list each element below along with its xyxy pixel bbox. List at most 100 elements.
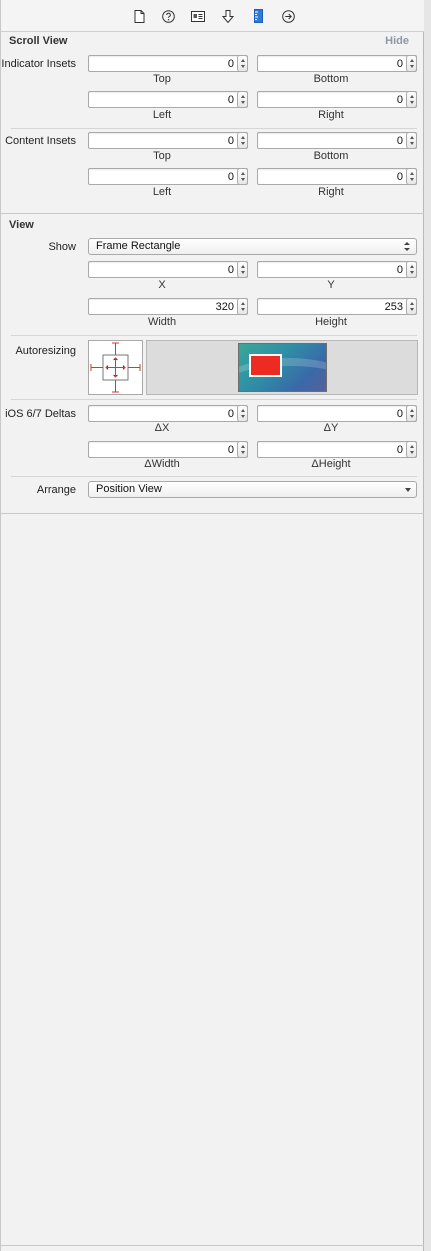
arrange-popup-value: Position View (96, 483, 162, 495)
hide-section-link[interactable]: Hide (385, 35, 409, 47)
width-label: Width (147, 316, 177, 328)
width-field[interactable]: 320 (88, 298, 248, 315)
delta-width-field[interactable]: 0 (88, 441, 248, 458)
divider (11, 128, 417, 129)
autoresizing-label: Autoresizing (15, 345, 76, 357)
delta-height-field[interactable]: 0 (257, 441, 417, 458)
y-label: Y (327, 279, 335, 291)
delta-y-value: 0 (396, 408, 403, 420)
show-popup[interactable]: Frame Rectangle (88, 238, 417, 255)
chevron-down-icon (405, 488, 411, 492)
indicator-bottom-stepper[interactable] (406, 55, 417, 72)
indicator-top-label: Top (153, 73, 171, 85)
indicator-right-stepper[interactable] (406, 91, 417, 108)
divider (11, 335, 417, 336)
indicator-left-value: 0 (227, 94, 234, 106)
file-inspector-icon[interactable] (132, 8, 146, 24)
delta-y-stepper[interactable] (406, 405, 417, 422)
quick-help-icon[interactable] (161, 8, 175, 24)
content-insets-label: Content Insets (5, 135, 76, 147)
content-top-stepper[interactable] (237, 132, 248, 149)
y-field[interactable]: 0 (257, 261, 417, 278)
autoresizing-mask-control[interactable] (88, 340, 143, 395)
indicator-top-value: 0 (227, 58, 234, 70)
content-right-stepper[interactable] (406, 168, 417, 185)
delta-x-label: ΔX (154, 422, 170, 434)
ios-deltas-label: iOS 6/7 Deltas (5, 408, 76, 420)
x-stepper[interactable] (237, 261, 248, 278)
indicator-top-stepper[interactable] (237, 55, 248, 72)
divider (11, 476, 417, 477)
size-inspector-icon[interactable] (251, 8, 265, 24)
arrange-label: Arrange (36, 484, 76, 496)
x-field[interactable]: 0 (88, 261, 248, 278)
content-top-label: Top (153, 150, 171, 162)
connections-inspector-icon[interactable] (281, 8, 295, 24)
scroll-view-section-title: Scroll View (9, 35, 68, 47)
preview-superview (238, 343, 327, 392)
delta-height-stepper[interactable] (406, 441, 417, 458)
indicator-left-stepper[interactable] (237, 91, 248, 108)
content-left-field[interactable]: 0 (88, 168, 248, 185)
y-stepper[interactable] (406, 261, 417, 278)
content-top-value: 0 (227, 135, 234, 147)
content-top-field[interactable]: 0 (88, 132, 248, 149)
content-left-stepper[interactable] (237, 168, 248, 185)
content-right-label: Right (318, 186, 344, 198)
height-stepper[interactable] (406, 298, 417, 315)
content-right-field[interactable]: 0 (257, 168, 417, 185)
height-value: 253 (384, 301, 403, 313)
x-value: 0 (227, 264, 234, 276)
indicator-right-label: Right (318, 109, 344, 121)
view-section-title: View (9, 219, 34, 231)
delta-width-stepper[interactable] (237, 441, 248, 458)
inspector-toolbar (1, 0, 424, 32)
delta-width-value: 0 (227, 444, 234, 456)
section-divider (1, 513, 424, 514)
autoresizing-springs-struts-icon (90, 342, 141, 393)
height-label: Height (315, 316, 347, 328)
canvas-edge-strip (424, 0, 431, 1251)
delta-y-label: ΔY (323, 422, 339, 434)
width-value: 320 (215, 301, 234, 313)
y-value: 0 (396, 264, 403, 276)
delta-y-field[interactable]: 0 (257, 405, 417, 422)
arrange-popup[interactable]: Position View (88, 481, 417, 498)
content-bottom-stepper[interactable] (406, 132, 417, 149)
popup-arrows-icon (404, 241, 411, 252)
indicator-right-value: 0 (396, 94, 403, 106)
content-left-value: 0 (227, 171, 234, 183)
divider (11, 399, 417, 400)
size-inspector-panel: Scroll View Hide Indicator Insets 0 0 To… (0, 0, 424, 1251)
delta-x-stepper[interactable] (237, 405, 248, 422)
indicator-insets-label: Indicator Insets (1, 58, 76, 70)
indicator-left-label: Left (152, 109, 172, 121)
content-bottom-label: Bottom (313, 150, 349, 162)
section-divider (1, 213, 424, 214)
delta-x-value: 0 (227, 408, 234, 420)
delta-height-value: 0 (396, 444, 403, 456)
indicator-bottom-value: 0 (396, 58, 403, 70)
indicator-bottom-field[interactable]: 0 (257, 55, 417, 72)
content-bottom-value: 0 (396, 135, 403, 147)
preview-view-rect (249, 354, 282, 377)
delta-height-label: ΔHeight (311, 458, 351, 470)
show-popup-value: Frame Rectangle (96, 240, 181, 252)
delta-width-label: ΔWidth (144, 458, 180, 470)
height-field[interactable]: 253 (257, 298, 417, 315)
content-right-value: 0 (396, 171, 403, 183)
panel-bottom-border (1, 1245, 424, 1246)
attributes-inspector-icon[interactable] (221, 8, 235, 24)
width-stepper[interactable] (237, 298, 248, 315)
delta-x-field[interactable]: 0 (88, 405, 248, 422)
indicator-right-field[interactable]: 0 (257, 91, 417, 108)
indicator-top-field[interactable]: 0 (88, 55, 248, 72)
indicator-bottom-label: Bottom (313, 73, 349, 85)
content-left-label: Left (152, 186, 172, 198)
content-bottom-field[interactable]: 0 (257, 132, 417, 149)
autoresizing-preview (146, 340, 418, 395)
identity-inspector-icon[interactable] (191, 8, 205, 24)
show-label: Show (48, 241, 76, 253)
indicator-left-field[interactable]: 0 (88, 91, 248, 108)
x-label: X (158, 279, 166, 291)
